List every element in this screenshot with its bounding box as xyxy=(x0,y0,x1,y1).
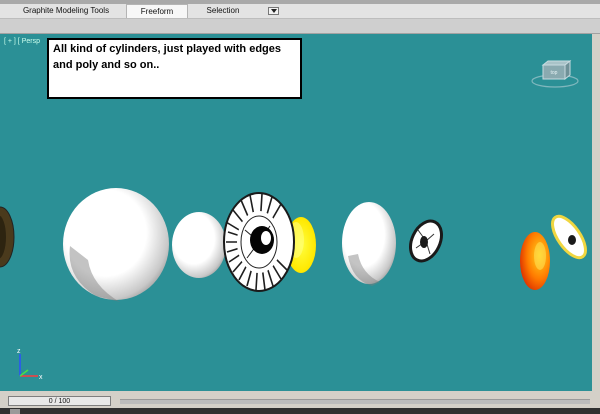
ribbon-panel xyxy=(0,19,600,34)
viewcube-icon: top xyxy=(531,59,579,88)
cylinder-large-white xyxy=(63,188,169,300)
ribbon-dropdown-button[interactable] xyxy=(268,7,279,15)
time-slider[interactable]: 0 / 100 xyxy=(8,396,111,406)
viewcube[interactable]: top xyxy=(530,59,580,89)
chevron-down-icon xyxy=(271,9,277,13)
right-panel-edge xyxy=(592,34,600,391)
viewcube-label: top xyxy=(551,70,558,76)
status-bar xyxy=(0,408,600,414)
axis-x-label: x xyxy=(39,374,43,381)
cylinder-medium-white xyxy=(172,212,226,278)
timeline-icon[interactable] xyxy=(10,409,20,414)
comment-box: All kind of cylinders, just played with … xyxy=(47,38,302,99)
ribbon-tab-bar: Graphite Modeling Tools Freeform Selecti… xyxy=(0,4,600,19)
perspective-viewport[interactable]: [ + ] [ Persp All kind of cylinders, jus… xyxy=(0,34,592,391)
axis-z-label: z xyxy=(17,348,21,355)
tab-selection[interactable]: Selection xyxy=(192,4,254,18)
tab-freeform[interactable]: Freeform xyxy=(126,4,188,18)
timeline-track[interactable] xyxy=(120,399,590,404)
timeline-area: 0 / 100 xyxy=(0,391,600,414)
tab-graphite-modeling-tools[interactable]: Graphite Modeling Tools xyxy=(8,4,124,18)
axis-tripod: z x xyxy=(10,346,50,386)
viewport-label[interactable]: [ + ] [ Persp xyxy=(4,38,40,45)
cylinder-white-right xyxy=(342,202,396,284)
